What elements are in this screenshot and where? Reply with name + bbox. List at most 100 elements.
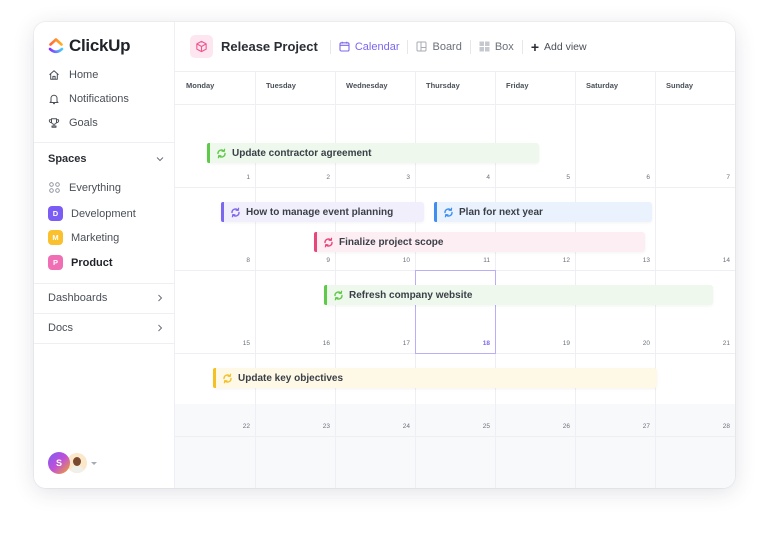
calendar-event[interactable]: Refresh company website: [324, 285, 713, 305]
day-number: 28: [722, 423, 730, 430]
space-development[interactable]: D Development: [48, 206, 136, 221]
space-marketing-label: Marketing: [71, 231, 120, 244]
weekday-header: Friday: [506, 81, 529, 90]
sidebar-divider: [34, 142, 175, 143]
sidebar-divider: [34, 343, 175, 344]
tab-board[interactable]: Board: [416, 40, 462, 53]
day-cell[interactable]: [655, 436, 735, 488]
day-number: 24: [402, 423, 410, 430]
calendar-event[interactable]: Plan for next year: [434, 202, 652, 222]
weekday-header: Tuesday: [266, 81, 296, 90]
sidebar-divider: [34, 313, 175, 314]
day-cell[interactable]: [335, 436, 415, 488]
nav-notifications-label: Notifications: [69, 93, 129, 105]
event-title: Plan for next year: [459, 206, 543, 218]
event-title: Refresh company website: [349, 289, 473, 301]
day-number: 9: [326, 257, 330, 264]
day-number: 4: [486, 174, 490, 181]
add-view-button[interactable]: + Add view: [531, 40, 587, 54]
recurring-icon: [222, 373, 233, 384]
recurring-icon: [323, 237, 334, 248]
event-title: Update key objectives: [238, 372, 344, 384]
docs-label: Docs: [48, 322, 74, 334]
event-title: How to manage event planning: [246, 206, 394, 218]
tab-calendar-label: Calendar: [354, 40, 400, 53]
recurring-icon: [216, 148, 227, 159]
add-view-label: Add view: [544, 40, 587, 53]
nav-home[interactable]: Home: [48, 69, 98, 81]
tab-box[interactable]: Box: [479, 41, 514, 53]
day-number: 10: [402, 257, 410, 264]
day-number: 18: [482, 340, 490, 347]
day-number: 16: [322, 340, 330, 347]
day-number: 8: [246, 257, 250, 264]
day-number: 15: [242, 340, 250, 347]
event-color-bar: [213, 368, 216, 388]
weekday-header: Thursday: [426, 81, 460, 90]
space-product-label: Product: [71, 256, 113, 269]
recurring-icon: [230, 207, 241, 218]
spaces-header[interactable]: Spaces: [48, 153, 165, 165]
recurring-icon: [333, 290, 344, 301]
tab-calendar[interactable]: Calendar: [339, 40, 400, 53]
caret-down-icon[interactable]: [91, 461, 97, 465]
box-grid-icon: [479, 41, 490, 52]
weekday-header: Saturday: [586, 81, 619, 90]
day-cell[interactable]: [175, 436, 255, 488]
section-dashboards[interactable]: Dashboards: [48, 292, 165, 304]
day-number: 27: [642, 423, 650, 430]
calendar-event[interactable]: Finalize project scope: [314, 232, 645, 252]
space-marketing[interactable]: M Marketing: [48, 230, 119, 245]
everything-label: Everything: [69, 181, 121, 194]
nav-notifications[interactable]: Notifications: [48, 93, 129, 105]
calendar-grid: Monday Tuesday Wednesday Thursday Friday Satu…: [175, 72, 735, 488]
clickup-logo[interactable]: ClickUp: [48, 36, 131, 56]
user-menu[interactable]: S: [48, 452, 97, 474]
day-cell[interactable]: [415, 436, 495, 488]
space-badge-development: D: [48, 206, 63, 221]
space-product[interactable]: P Product: [48, 255, 113, 270]
sidebar: ClickUp Home Notifications Goals Spaces: [34, 22, 175, 488]
day-cell[interactable]: [255, 436, 335, 488]
spaces-label: Spaces: [48, 153, 87, 165]
day-number: 17: [402, 340, 410, 347]
calendar-event[interactable]: Update contractor agreement: [207, 143, 539, 163]
cube-icon: [190, 35, 213, 58]
event-title: Update contractor agreement: [232, 147, 372, 159]
day-number: 14: [722, 257, 730, 264]
clickup-logo-icon: [48, 38, 64, 54]
space-everything[interactable]: Everything: [48, 181, 121, 194]
day-number: 21: [722, 340, 730, 347]
calendar-icon: [339, 41, 350, 52]
everything-grid-icon: [48, 181, 61, 194]
day-number: 12: [562, 257, 570, 264]
section-docs[interactable]: Docs: [48, 322, 165, 334]
divider: [329, 39, 331, 54]
divider: [407, 39, 409, 54]
project-header: Release Project Calendar Board Box + Add…: [175, 22, 735, 72]
avatar-user-initial: S: [48, 452, 70, 474]
space-badge-product: P: [48, 255, 63, 270]
day-number: 5: [566, 174, 570, 181]
bell-icon: [48, 93, 60, 105]
recurring-icon: [443, 207, 454, 218]
sidebar-divider: [34, 283, 175, 284]
nav-goals[interactable]: Goals: [48, 117, 98, 129]
project-title: Release Project: [221, 39, 318, 54]
calendar-event[interactable]: Update key objectives: [213, 368, 657, 388]
calendar-event[interactable]: How to manage event planning: [221, 202, 424, 222]
day-number: 25: [482, 423, 490, 430]
main-panel: Release Project Calendar Board Box + Add…: [175, 22, 735, 488]
day-cell[interactable]: [495, 436, 575, 488]
day-number: 22: [242, 423, 250, 430]
divider: [521, 39, 523, 54]
space-development-label: Development: [71, 207, 136, 220]
tab-board-label: Board: [432, 40, 462, 53]
tab-box-label: Box: [494, 40, 514, 53]
day-cell[interactable]: [575, 436, 655, 488]
event-color-bar: [324, 285, 327, 305]
nav-goals-label: Goals: [69, 117, 98, 129]
event-color-bar: [434, 202, 437, 222]
nav-home-label: Home: [69, 69, 99, 81]
chevron-down-icon[interactable]: [155, 154, 165, 164]
